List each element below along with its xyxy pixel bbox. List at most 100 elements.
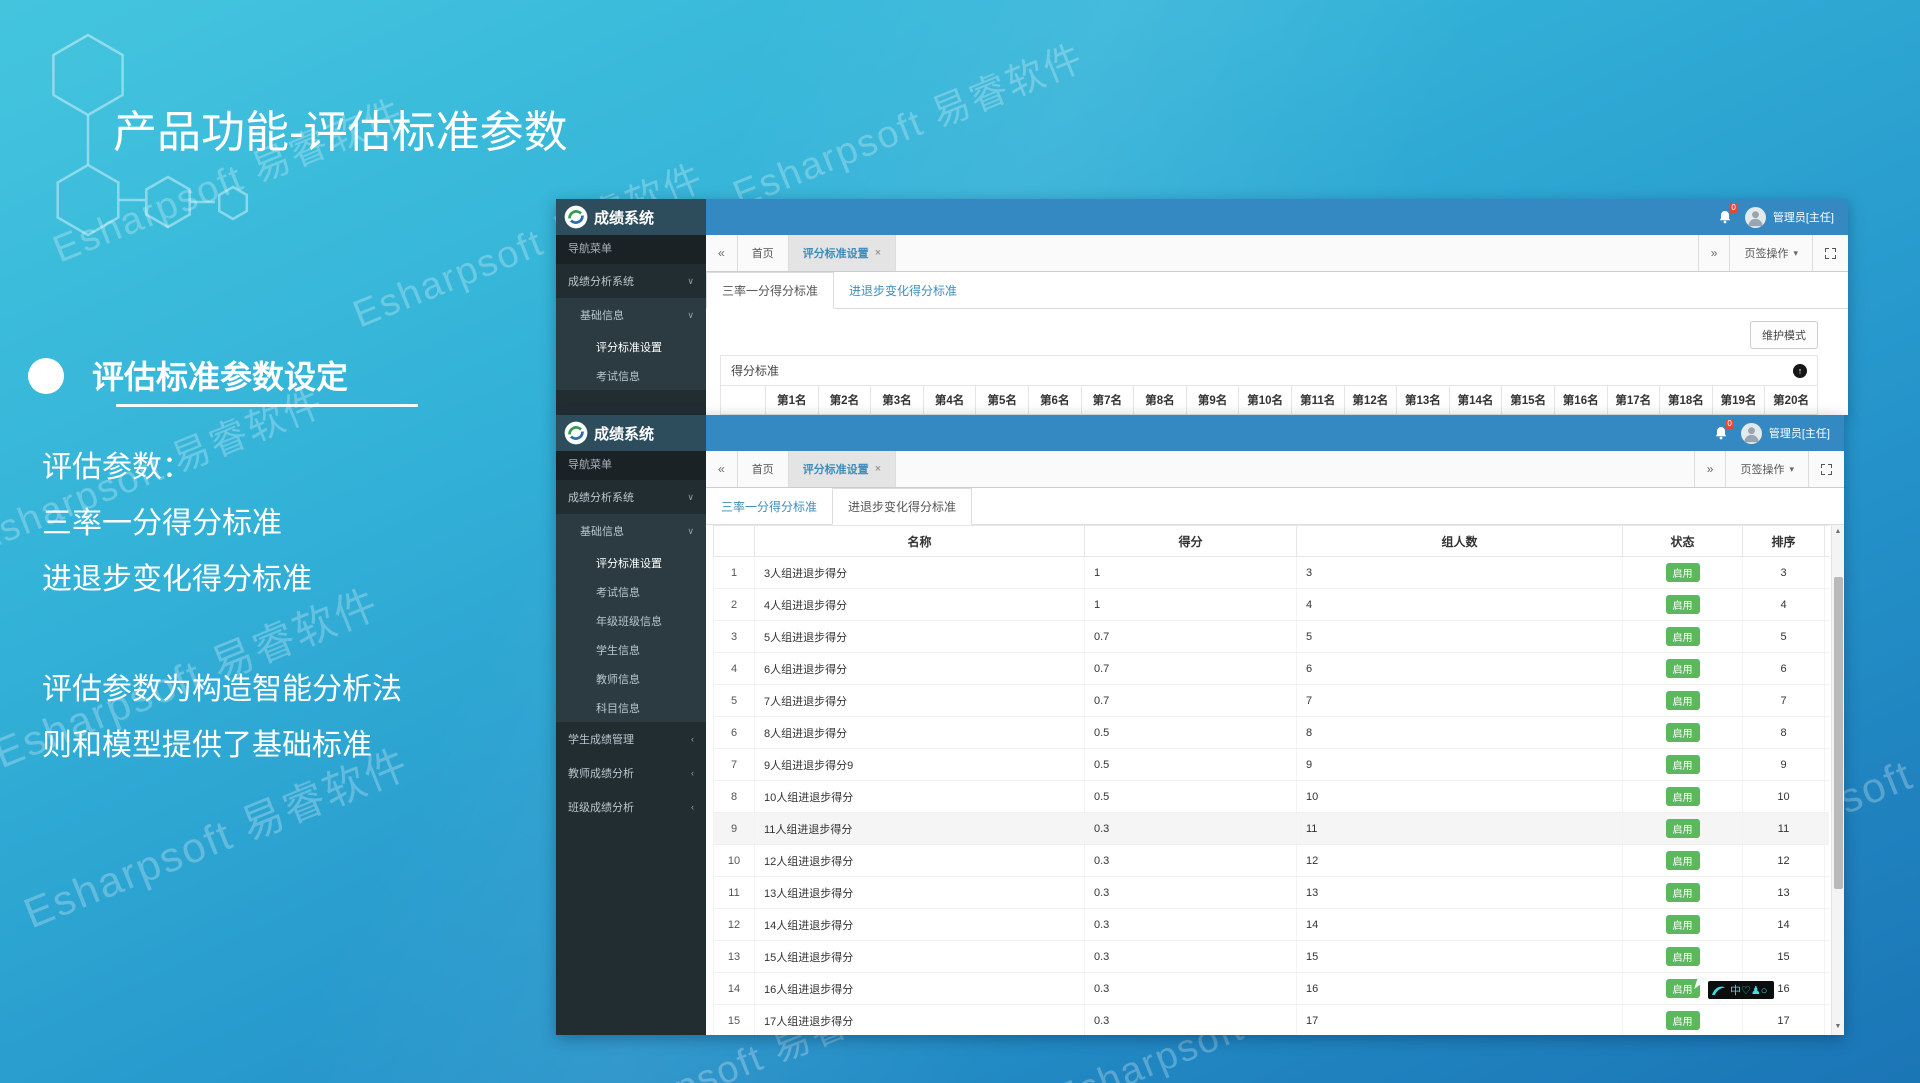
bottom-sidebar-items: 成绩分析系统∨基础信息∨评分标准设置考试信息年级班级信息学生信息教师信息科目信息… xyxy=(556,480,706,824)
table-row[interactable]: 68人组进退步得分0.58启用8 xyxy=(713,717,1829,749)
cell-status: 启用 xyxy=(1623,781,1743,812)
chevron-left-icon: ‹ xyxy=(691,802,694,812)
sidebar-item-评分标准设置[interactable]: 评分标准设置 xyxy=(556,332,706,361)
scrollbar-thumb[interactable] xyxy=(1834,577,1843,889)
status-badge: 启用 xyxy=(1666,627,1700,646)
tabs-scroll-right-button[interactable]: » xyxy=(1694,451,1726,487)
app-header: 成绩系统 0 管理员[主任] xyxy=(556,199,1848,235)
cell-group-size: 8 xyxy=(1297,717,1623,748)
cell-name: 15人组进退步得分 xyxy=(755,941,1085,972)
main-area: « 首页 评分标准设置 × » 页签操作 ▾ xyxy=(706,451,1844,1035)
cell-status: 启用 xyxy=(1623,941,1743,972)
chevron-down-icon: ∨ xyxy=(687,310,694,321)
scroll-up-arrow[interactable]: ▲ xyxy=(1832,525,1844,538)
panel-collapse-button[interactable]: ↑ xyxy=(1793,364,1807,378)
tabs-scroll-left-button[interactable]: « xyxy=(706,451,738,487)
status-badge: 启用 xyxy=(1666,787,1700,806)
sidebar-item-考试信息[interactable]: 考试信息 xyxy=(556,361,706,390)
scroll-down-arrow[interactable]: ▼ xyxy=(1832,1020,1844,1033)
tab-score-settings[interactable]: 评分标准设置 × xyxy=(789,235,896,271)
sidebar-nav-header: 导航菜单 xyxy=(556,451,706,480)
header-right: 0 管理员[主任] xyxy=(1715,415,1844,451)
cell-group-size: 17 xyxy=(1297,1005,1623,1035)
sidebar-item-班级成绩分析[interactable]: 班级成绩分析‹ xyxy=(556,790,706,824)
cell-score: 0.7 xyxy=(1085,653,1297,684)
fullscreen-button[interactable] xyxy=(1812,235,1848,271)
table-row[interactable]: 79人组进退步得分90.59启用9 xyxy=(713,749,1829,781)
tab-operations-label: 页签操作 xyxy=(1740,461,1784,477)
close-icon[interactable]: × xyxy=(875,247,881,259)
sidebar-item-基础信息[interactable]: 基础信息∨ xyxy=(556,298,706,332)
table-row[interactable]: 1315人组进退步得分0.315启用15 xyxy=(713,941,1829,973)
sidebar-item-label: 评分标准设置 xyxy=(596,339,662,355)
cell-name: 8人组进退步得分 xyxy=(755,717,1085,748)
brand-name: 成绩系统 xyxy=(594,207,654,228)
subtab-progress-standard[interactable]: 进退步变化得分标准 xyxy=(832,488,972,525)
rank-header-cell: 第20名 xyxy=(1764,386,1817,414)
sidebar-item-评分标准设置[interactable]: 评分标准设置 xyxy=(556,548,706,577)
user-menu[interactable]: 管理员[主任] xyxy=(1741,423,1830,444)
chevron-down-icon: ∨ xyxy=(687,492,694,503)
app-logo-area[interactable]: 成绩系统 xyxy=(556,199,706,235)
tab-operations-dropdown[interactable]: 页签操作 ▾ xyxy=(1729,235,1812,271)
column-header-score: 得分 xyxy=(1085,526,1297,556)
expand-icon xyxy=(1821,464,1832,475)
tabs-scroll-right-button[interactable]: » xyxy=(1698,235,1730,271)
rank-header-cell: 第13名 xyxy=(1396,386,1449,414)
sidebar-item-考试信息[interactable]: 考试信息 xyxy=(556,577,706,606)
sidebar-item-成绩分析系统[interactable]: 成绩分析系统∨ xyxy=(556,480,706,514)
rank-header-row: 第1名第2名第3名第4名第5名第6名第7名第8名第9名第10名第11名第12名第… xyxy=(721,385,1817,414)
sidebar-item-label: 科目信息 xyxy=(596,700,640,716)
table-row[interactable]: 46人组进退步得分0.76启用6 xyxy=(713,653,1829,685)
table-row[interactable]: 13人组进退步得分13启用3 xyxy=(713,557,1829,589)
cell-order: 7 xyxy=(1743,685,1825,716)
maintain-mode-button[interactable]: 维护模式 xyxy=(1750,321,1818,349)
main-area: « 首页 评分标准设置 × » 页签操作 ▾ xyxy=(706,235,1848,415)
cell-score: 0.3 xyxy=(1085,1005,1297,1035)
table-row[interactable]: 57人组进退步得分0.77启用7 xyxy=(713,685,1829,717)
subtab-progress-standard[interactable]: 进退步变化得分标准 xyxy=(834,272,972,309)
tab-bar: « 首页 评分标准设置 × » 页签操作 ▾ xyxy=(706,451,1844,488)
user-menu[interactable]: 管理员[主任] xyxy=(1745,207,1834,228)
tab-operations-dropdown[interactable]: 页签操作 ▾ xyxy=(1725,451,1808,487)
table-row[interactable]: 1012人组进退步得分0.312启用12 xyxy=(713,845,1829,877)
fullscreen-button[interactable] xyxy=(1808,451,1844,487)
cell-index: 5 xyxy=(713,685,755,716)
table-row[interactable]: 1113人组进退步得分0.313启用13 xyxy=(713,877,1829,909)
sidebar-item-科目信息[interactable]: 科目信息 xyxy=(556,693,706,722)
table-row[interactable]: 1517人组进退步得分0.317启用17 xyxy=(713,1005,1829,1035)
cell-group-size: 5 xyxy=(1297,621,1623,652)
tab-home[interactable]: 首页 xyxy=(738,451,789,487)
table-row[interactable]: 35人组进退步得分0.75启用5 xyxy=(713,621,1829,653)
table-row[interactable]: 911人组进退步得分0.311启用11 xyxy=(713,813,1829,845)
table-row[interactable]: 1416人组进退步得分0.316启用16 xyxy=(713,973,1829,1005)
table-row[interactable]: 1214人组进退步得分0.314启用14 xyxy=(713,909,1829,941)
watermark: Esharpsoft 易睿软件 xyxy=(723,27,1091,218)
table-row[interactable]: 24人组进退步得分14启用4 xyxy=(713,589,1829,621)
app-logo-area[interactable]: 成绩系统 xyxy=(556,415,706,451)
vertical-scrollbar[interactable]: ▲ ▼ xyxy=(1831,525,1844,1035)
cell-order: 11 xyxy=(1743,813,1825,844)
notifications-button[interactable]: 0 xyxy=(1719,210,1731,224)
cell-name: 6人组进退步得分 xyxy=(755,653,1085,684)
cell-name: 10人组进退步得分 xyxy=(755,781,1085,812)
sidebar-item-学生信息[interactable]: 学生信息 xyxy=(556,635,706,664)
body-paragraph-1: 评估参数： 三率一分得分标准 进退步变化得分标准 xyxy=(42,440,312,608)
subtab-score-standard[interactable]: 三率一分得分标准 xyxy=(706,272,834,309)
sidebar-item-教师信息[interactable]: 教师信息 xyxy=(556,664,706,693)
tab-home[interactable]: 首页 xyxy=(738,235,789,271)
table-row[interactable]: 810人组进退步得分0.510启用10 xyxy=(713,781,1829,813)
sidebar-item-基础信息[interactable]: 基础信息∨ xyxy=(556,514,706,548)
body-paragraph-2: 评估参数为构造智能分析法 则和模型提供了基础标准 xyxy=(42,662,402,774)
close-icon[interactable]: × xyxy=(875,463,881,475)
tabs-scroll-left-button[interactable]: « xyxy=(706,235,738,271)
cell-order: 6 xyxy=(1743,653,1825,684)
subtab-score-standard[interactable]: 三率一分得分标准 xyxy=(706,488,832,525)
notifications-button[interactable]: 0 xyxy=(1715,426,1727,440)
sidebar-item-教师成绩分析[interactable]: 教师成绩分析‹ xyxy=(556,756,706,790)
tab-score-settings[interactable]: 评分标准设置 × xyxy=(789,451,896,487)
cell-index: 6 xyxy=(713,717,755,748)
sidebar-item-成绩分析系统[interactable]: 成绩分析系统∨ xyxy=(556,264,706,298)
sidebar-item-学生成绩管理[interactable]: 学生成绩管理‹ xyxy=(556,722,706,756)
sidebar-item-年级班级信息[interactable]: 年级班级信息 xyxy=(556,606,706,635)
